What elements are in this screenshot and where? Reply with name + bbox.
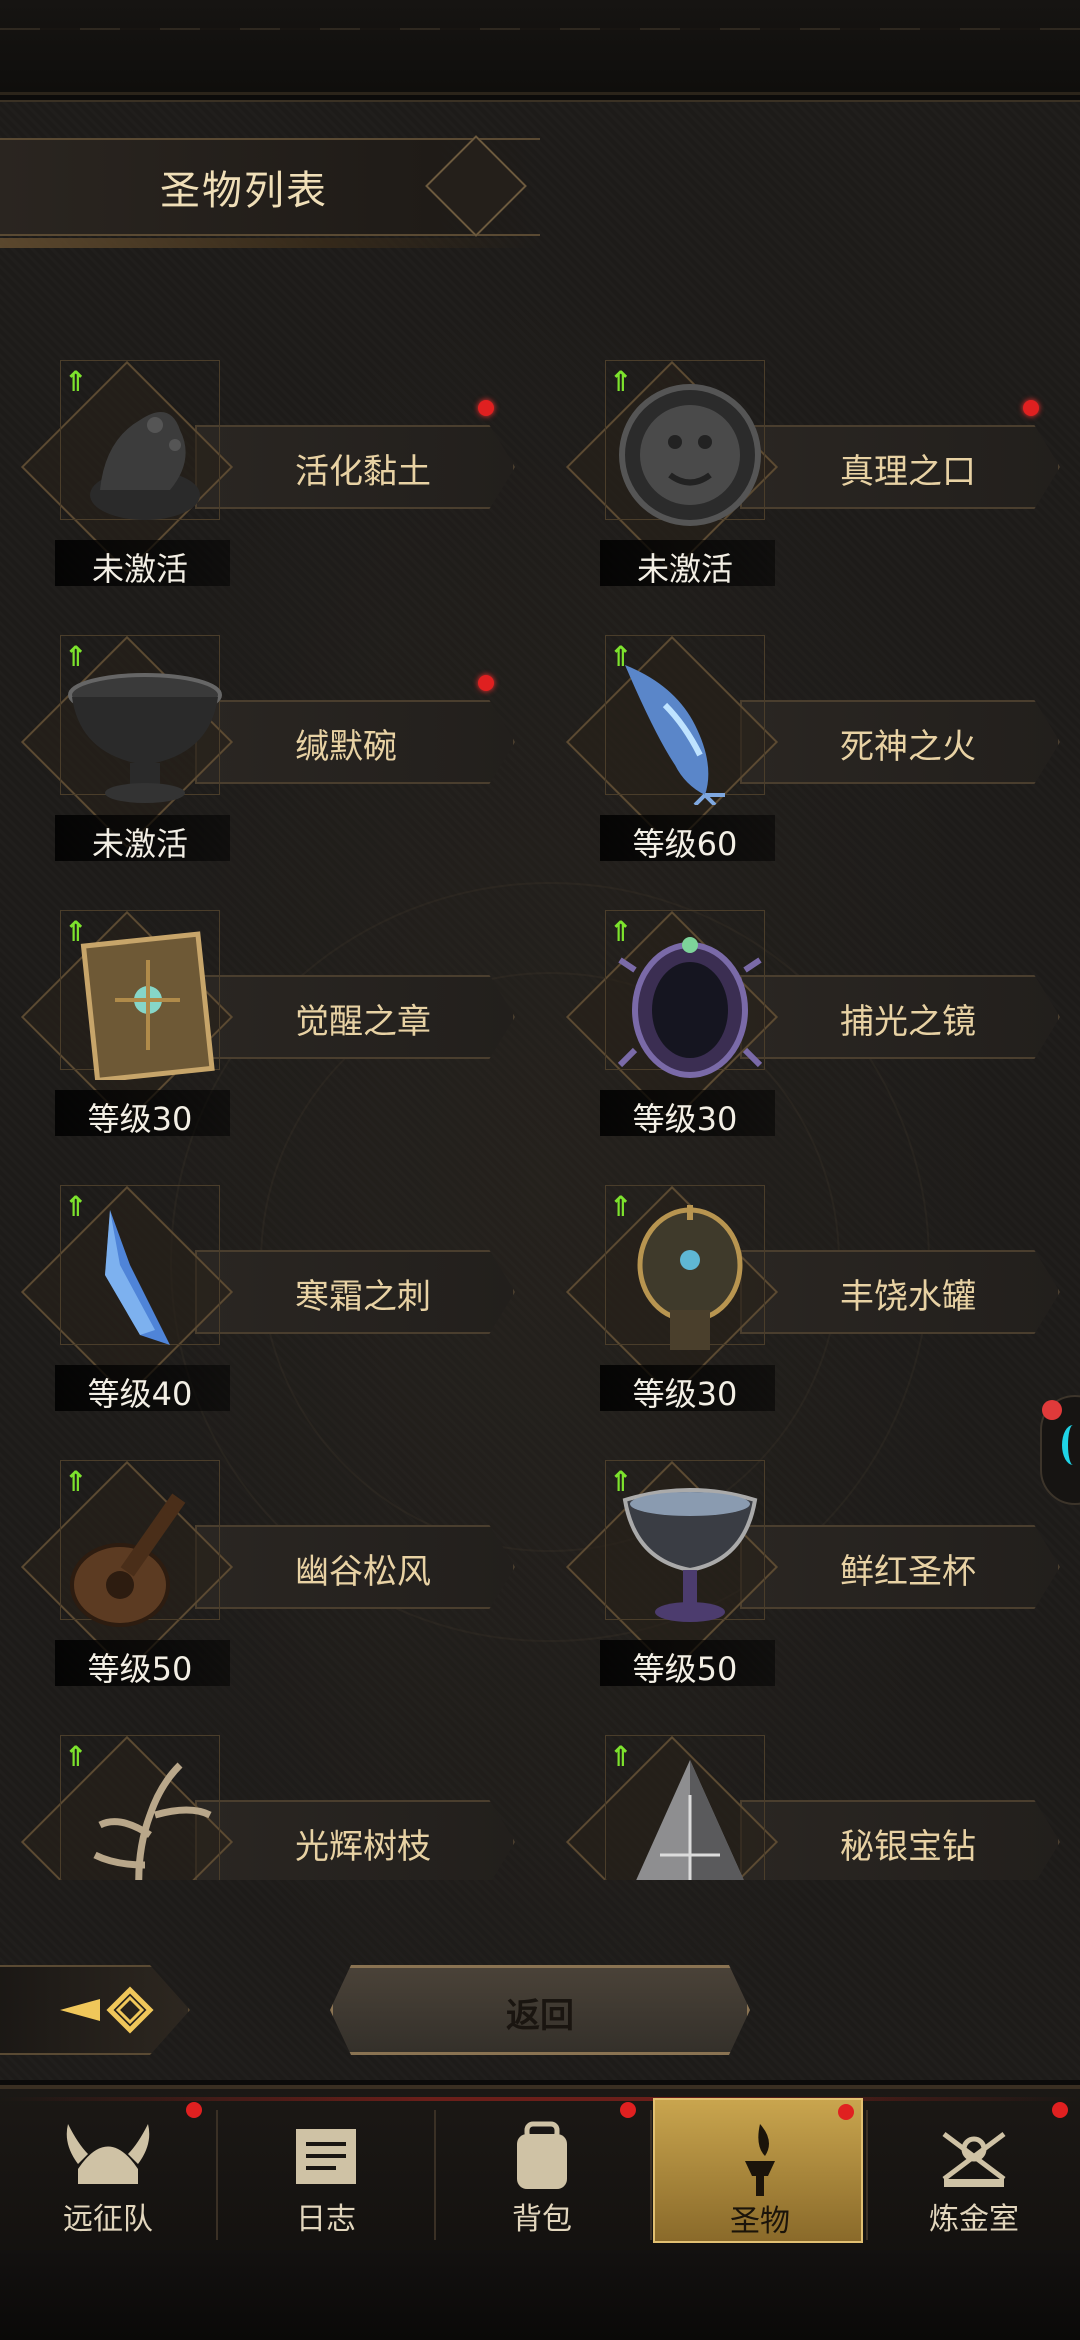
relic-name: 真理之口 (840, 452, 976, 492)
upgrade-arrow-icon: ⇑ (64, 640, 88, 673)
tab-label: 背包 (512, 2202, 572, 2237)
bottom-edge (0, 2250, 1080, 2340)
relic-status: 等级60 (632, 825, 738, 863)
backpack-icon (517, 2121, 567, 2189)
top-frame (0, 0, 1080, 95)
relic-status: 等级30 (632, 1100, 738, 1138)
upgrade-arrow-icon: ⇑ (64, 915, 88, 948)
relic-status: 等级30 (632, 1375, 738, 1413)
tab-torch[interactable]: 圣物 (653, 2098, 863, 2243)
relic-card[interactable]: ⇑ 幽谷松风等级50 (0, 1460, 520, 1690)
relic-card[interactable]: ⇑ 鲜红圣杯等级50 (545, 1460, 1065, 1690)
viking-helmet-icon (66, 2124, 150, 2184)
relic-status: 未激活 (636, 550, 733, 588)
relic-name: 鲜红圣杯 (840, 1552, 976, 1592)
upgrade-arrow-icon: ⇑ (609, 365, 633, 398)
upgrade-arrow-icon: ⇑ (609, 915, 633, 948)
relic-card[interactable]: ⇑ 光辉树枝 (0, 1735, 520, 1880)
relic-grid[interactable]: ⇑ 活化黏土 未激活 ⇑ 真理之口 未激活 ⇑ 缄默碗 未激活 ⇑ 死神之火 等级60 ⇑ 觉醒之章 等级3… (0, 360, 1080, 1880)
tab-label: 炼金室 (929, 2202, 1019, 2237)
tab-separator (650, 2110, 652, 2240)
notification-dot (478, 675, 494, 691)
tab-viking-helmet[interactable]: 远征队 (3, 2098, 213, 2243)
tab-notification-dot (838, 2104, 854, 2120)
upgrade-arrow-icon: ⇑ (64, 1465, 88, 1498)
relic-name: 死神之火 (840, 727, 976, 767)
relic-status: 未激活 (91, 550, 188, 588)
relic-name: 秘银宝钻 (840, 1827, 976, 1867)
upgrade-arrow-icon: ⇑ (609, 1190, 633, 1223)
relic-name: 缄默碗 (295, 727, 397, 767)
relic-card[interactable]: ⇑ 真理之口未激活 (545, 360, 1065, 590)
tab-separator (434, 2110, 436, 2240)
relic-name: 觉醒之章 (295, 1002, 431, 1042)
notification-dot (1023, 400, 1039, 416)
relic-name: 寒霜之刺 (295, 1277, 431, 1317)
relic-status: 等级30 (87, 1100, 193, 1138)
alchemy-icon (942, 2132, 1006, 2187)
page-title: 圣物列表 (160, 168, 328, 214)
tab-label: 日志 (296, 2202, 356, 2237)
relic-card[interactable]: ⇑ 捕光之镜等级30 (545, 910, 1065, 1140)
upgrade-arrow-icon: ⇑ (609, 1465, 633, 1498)
tab-notification-dot (620, 2102, 636, 2118)
tab-separator (216, 2110, 218, 2240)
tab-scroll[interactable]: 日志 (221, 2098, 431, 2243)
relic-status: 等级50 (632, 1650, 738, 1688)
upgrade-arrow-icon: ⇑ (64, 1190, 88, 1223)
relic-card[interactable]: ⇑ 寒霜之刺等级40 (0, 1185, 520, 1415)
relic-name: 光辉树枝 (295, 1827, 431, 1867)
tab-backpack[interactable]: 背包 (437, 2098, 647, 2243)
tab-label: 圣物 (730, 2204, 790, 2239)
relic-status: 未激活 (91, 825, 188, 863)
upgrade-arrow-icon: ⇑ (609, 1740, 633, 1773)
upgrade-arrow-icon: ⇑ (64, 365, 88, 398)
scroll-icon (296, 2129, 356, 2184)
floating-widget-ring-icon (1062, 1425, 1080, 1465)
relic-card[interactable]: ⇑ 丰饶水罐等级30 (545, 1185, 1065, 1415)
relic-status: 等级50 (87, 1650, 193, 1688)
notification-dot (478, 400, 494, 416)
tab-notification-dot (1052, 2102, 1068, 2118)
relic-card[interactable]: ⇑ 死神之火等级60 (545, 635, 1065, 865)
relic-card[interactable]: ⇑ 缄默碗未激活 (0, 635, 520, 865)
arrow-left-icon (60, 1986, 154, 2034)
upgrade-arrow-icon: ⇑ (64, 1740, 88, 1773)
torch-icon (745, 2124, 775, 2196)
return-button-label: 返回 (506, 1996, 574, 2036)
relic-card[interactable]: ⇑ 觉醒之章等级30 (0, 910, 520, 1140)
floating-widget-notification-dot (1042, 1400, 1062, 1420)
tab-label: 远征队 (63, 2202, 153, 2237)
relic-name: 捕光之镜 (840, 1002, 976, 1042)
relic-name: 幽谷松风 (295, 1552, 431, 1592)
relic-card[interactable]: ⇑ 活化黏土未激活 (0, 360, 520, 590)
relic-name: 活化黏土 (295, 452, 431, 492)
relic-card[interactable]: ⇑ 秘银宝钻 (545, 1735, 1065, 1880)
relic-status: 等级40 (87, 1375, 193, 1413)
tab-notification-dot (186, 2102, 202, 2118)
tab-alchemy[interactable]: 炼金室 (869, 2098, 1079, 2243)
relic-name: 丰饶水罐 (840, 1277, 976, 1317)
upgrade-arrow-icon: ⇑ (609, 640, 633, 673)
tab-separator (866, 2110, 868, 2240)
